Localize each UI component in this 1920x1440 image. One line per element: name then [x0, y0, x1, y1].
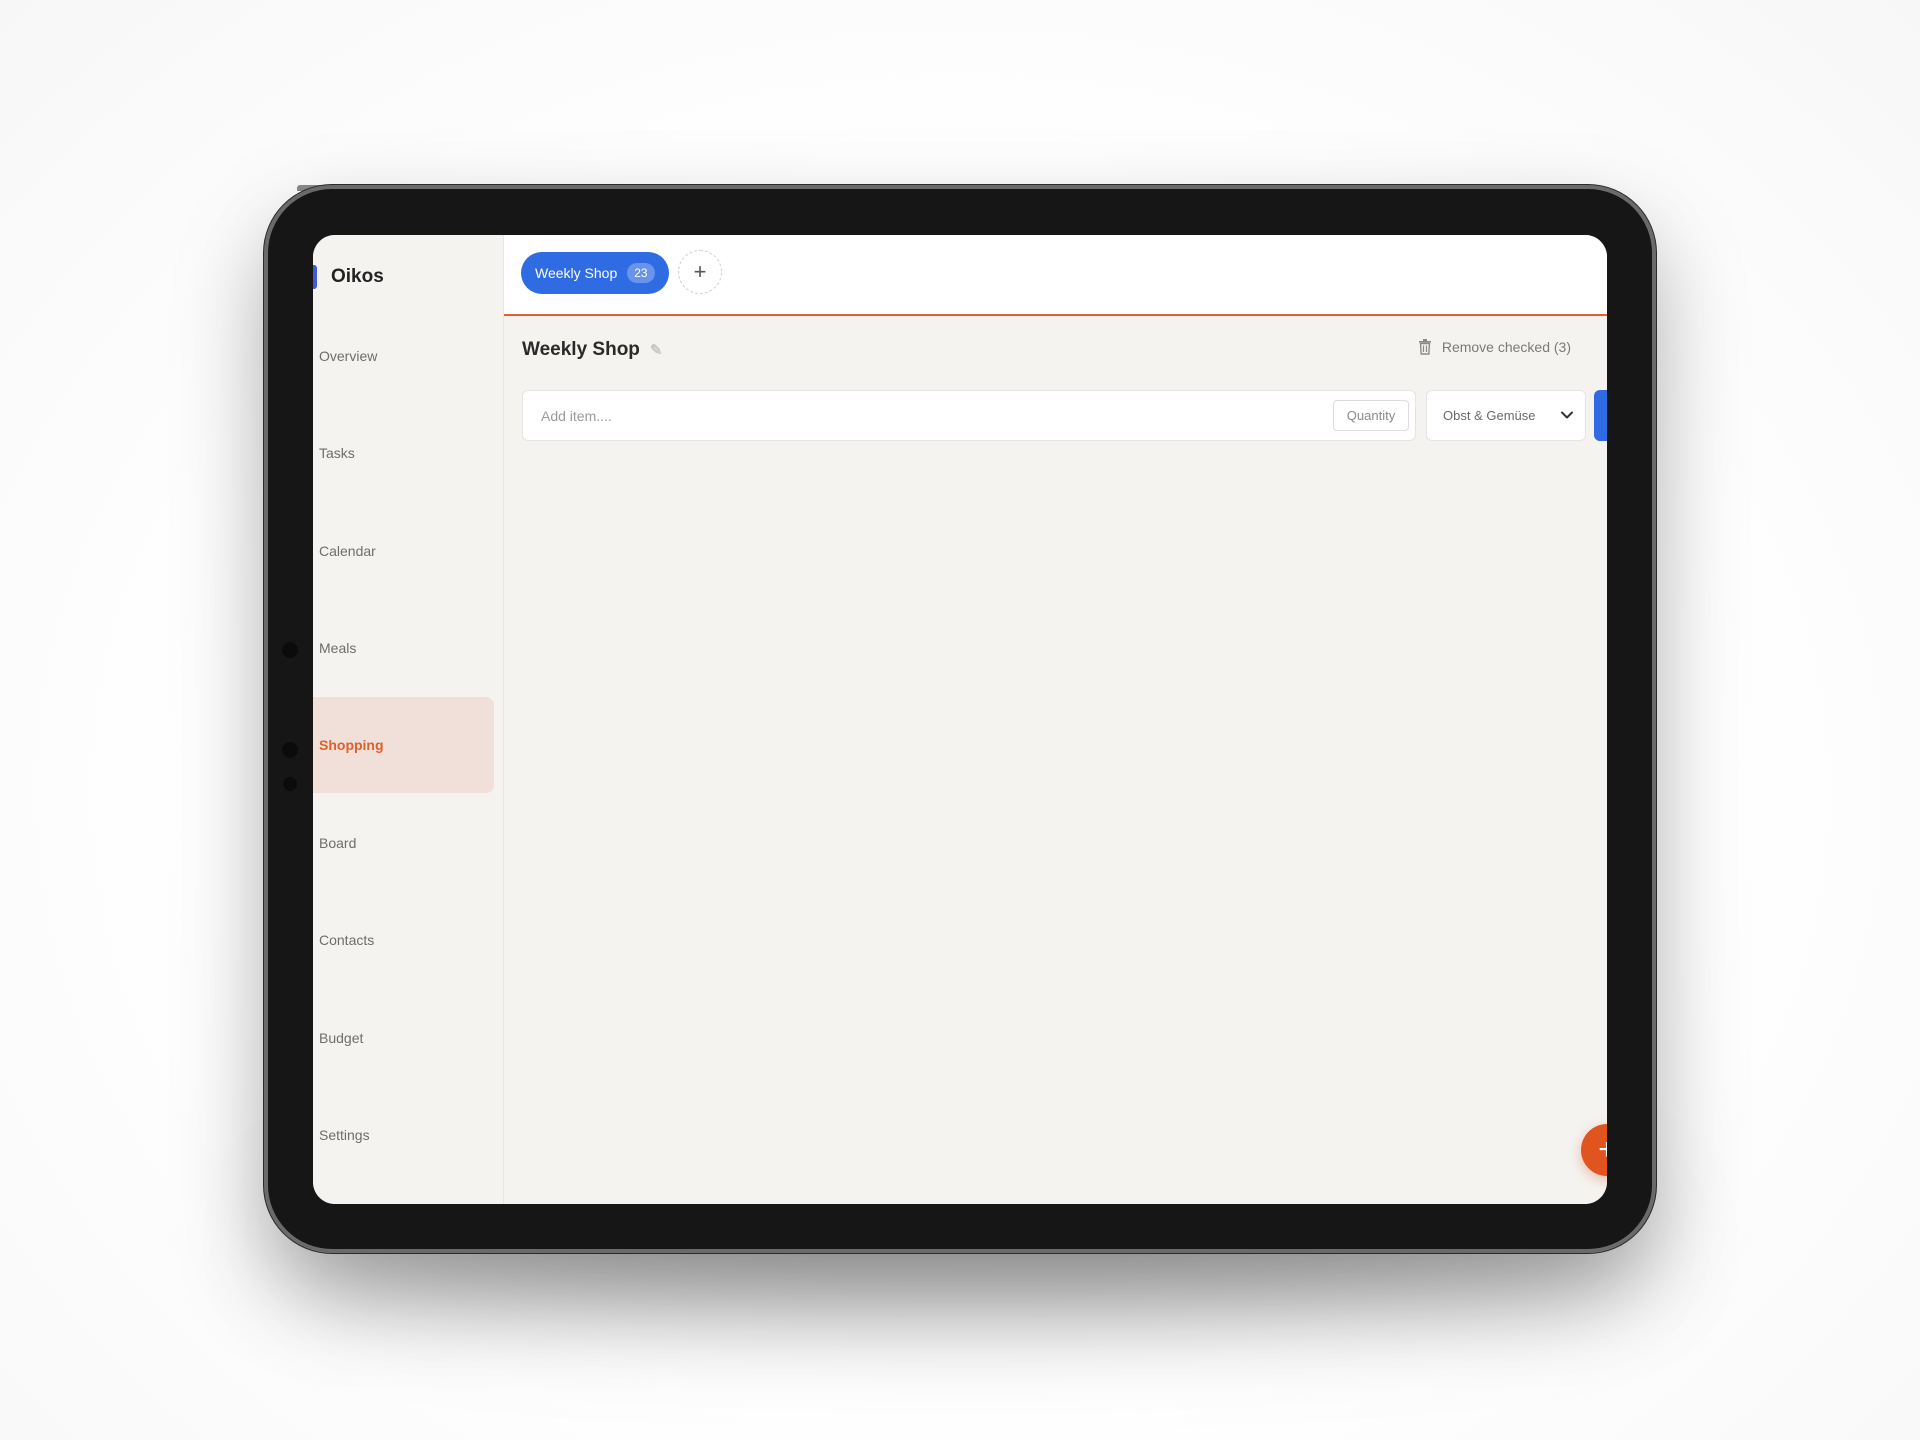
- add-item-row: [522, 390, 1416, 441]
- backdrop: Oikos Overview Tasks Calendar Meals Shop…: [0, 0, 1920, 1440]
- brand: Oikos: [313, 255, 384, 299]
- list-tabs-bar: Weekly Shop 23 +: [504, 235, 1607, 316]
- add-item-input[interactable]: [523, 391, 1313, 440]
- sidebar-item-meals[interactable]: Meals: [313, 600, 494, 696]
- app-name: Oikos: [331, 266, 384, 287]
- category-select[interactable]: Obst & Gemüse: [1426, 390, 1586, 441]
- plus-icon: +: [1598, 1133, 1607, 1167]
- remove-checked-button[interactable]: Remove checked (3): [1418, 339, 1571, 355]
- sidebar-item-calendar[interactable]: Calendar: [313, 503, 494, 599]
- add-item-button[interactable]: [1594, 390, 1607, 441]
- camera-dot: [282, 742, 298, 758]
- sidebar-item-settings[interactable]: Settings: [313, 1087, 494, 1183]
- sidebar-item-budget[interactable]: Budget: [313, 990, 494, 1086]
- sidebar-item-board[interactable]: Board: [313, 795, 494, 891]
- sidebar: Oikos Overview Tasks Calendar Meals Shop…: [313, 235, 504, 1204]
- category-selected-value: Obst & Gemüse: [1443, 408, 1536, 423]
- camera-dot: [283, 777, 297, 791]
- quantity-input[interactable]: [1333, 400, 1409, 431]
- tab-label: Weekly Shop: [535, 265, 618, 281]
- tab-count-badge: 23: [627, 263, 655, 283]
- add-list-button[interactable]: +: [678, 250, 722, 294]
- sidebar-item-overview[interactable]: Overview: [313, 308, 494, 404]
- pencil-icon[interactable]: ✎: [650, 341, 663, 359]
- sidebar-item-shopping[interactable]: Shopping: [313, 697, 494, 793]
- plus-icon: +: [693, 259, 707, 284]
- sidebar-item-contacts[interactable]: Contacts: [313, 892, 494, 988]
- remove-checked-label: Remove checked (3): [1441, 339, 1571, 355]
- main-content: Weekly Shop 23 + Weekly Shop ✎ Remove ch…: [504, 235, 1607, 1204]
- camera-dot: [282, 642, 298, 658]
- list-header: Weekly Shop ✎: [522, 339, 662, 361]
- list-title: Weekly Shop: [522, 339, 640, 360]
- app-screen: Oikos Overview Tasks Calendar Meals Shop…: [313, 235, 1607, 1204]
- brand-mark: [313, 265, 317, 289]
- trash-icon: [1418, 339, 1431, 355]
- sidebar-item-tasks[interactable]: Tasks: [313, 405, 494, 501]
- tab-weekly-shop[interactable]: Weekly Shop 23: [521, 252, 669, 294]
- chevron-down-icon: [1561, 411, 1573, 419]
- floating-add-button[interactable]: +: [1581, 1124, 1607, 1176]
